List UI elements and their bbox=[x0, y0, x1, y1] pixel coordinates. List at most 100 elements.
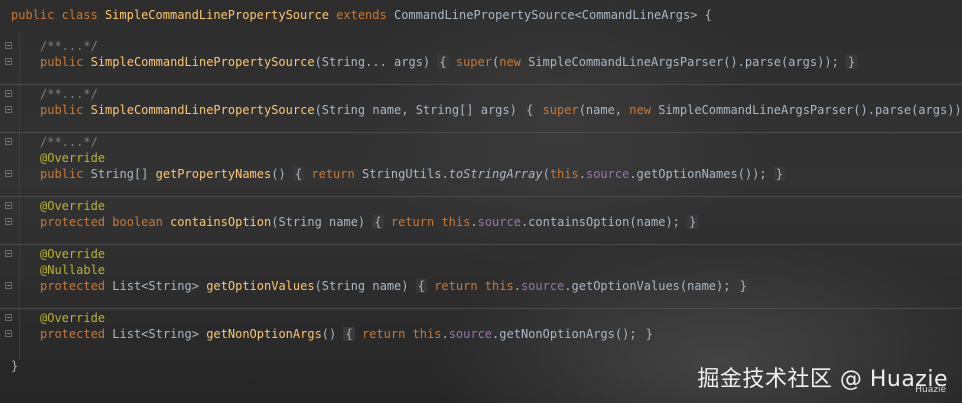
fold-toggle-icon[interactable] bbox=[5, 330, 12, 337]
method-name: SimpleCommandLinePropertySource bbox=[90, 103, 315, 117]
keyword: public bbox=[40, 103, 84, 117]
keyword: this bbox=[412, 327, 442, 341]
keyword: protected bbox=[40, 279, 106, 293]
constructor-line[interactable]: public SimpleCommandLinePropertySource(S… bbox=[40, 102, 962, 118]
return-type: List<String> bbox=[112, 279, 199, 293]
keyword: this bbox=[484, 279, 514, 293]
keyword: return bbox=[311, 167, 355, 181]
method-line-get-non-option-args[interactable]: protected List<String> getNonOptionArgs(… bbox=[40, 326, 656, 342]
brace: { bbox=[697, 8, 712, 22]
fold-brace: } bbox=[846, 55, 858, 69]
annotation-override: @Override bbox=[40, 199, 106, 213]
fold-toggle-icon[interactable] bbox=[5, 170, 12, 177]
keyword: class bbox=[61, 8, 98, 22]
fold-toggle-icon[interactable] bbox=[5, 282, 12, 289]
fold-toggle-icon[interactable] bbox=[5, 314, 12, 321]
keyword: public bbox=[40, 55, 84, 69]
fold-toggle-icon[interactable] bbox=[5, 106, 12, 113]
annotation-override: @Override bbox=[40, 247, 106, 261]
method-name: containsOption bbox=[170, 215, 272, 229]
method-separator bbox=[0, 308, 962, 309]
fold-gutter bbox=[0, 0, 18, 403]
method-name: getPropertyNames bbox=[155, 167, 272, 181]
method-separator bbox=[0, 196, 962, 197]
keyword: return bbox=[434, 279, 478, 293]
method-separator bbox=[0, 132, 962, 133]
fold-brace: { bbox=[372, 215, 384, 229]
keyword: new bbox=[629, 103, 651, 117]
params: (String name) bbox=[314, 279, 409, 293]
method-line-contains-option[interactable]: protected boolean containsOption(String … bbox=[40, 214, 699, 230]
annotation-override: @Override bbox=[40, 151, 106, 165]
field: source bbox=[585, 167, 630, 181]
return-type: String[] bbox=[90, 167, 149, 181]
params: (String name) bbox=[271, 215, 366, 229]
fold-brace: { bbox=[524, 103, 536, 117]
statement: .containsOption(name); bbox=[520, 215, 680, 229]
fold-brace: } bbox=[773, 167, 786, 181]
class-declaration-line[interactable]: public class SimpleCommandLinePropertySo… bbox=[11, 7, 712, 23]
statement: .getOptionValues(name); bbox=[564, 279, 731, 293]
keyword: this bbox=[441, 215, 471, 229]
constructor-line[interactable]: public SimpleCommandLinePropertySource(S… bbox=[40, 54, 858, 70]
class-closing-brace[interactable]: } bbox=[11, 358, 18, 374]
statement: .getOptionNames()); bbox=[629, 167, 767, 181]
field: source bbox=[520, 279, 565, 293]
statement: .getNonOptionArgs(); bbox=[492, 327, 637, 341]
statement: SimpleCommandLineArgsParser().parse(args… bbox=[658, 103, 962, 117]
params: () bbox=[321, 327, 337, 341]
fold-brace: { bbox=[415, 279, 427, 293]
folded-javadoc[interactable]: /**...*/ bbox=[40, 38, 98, 54]
static-call: toStringArray bbox=[448, 167, 543, 181]
fold-brace: } bbox=[643, 327, 656, 341]
return-type: boolean bbox=[112, 215, 163, 229]
keyword: public bbox=[11, 8, 55, 22]
keyword: protected bbox=[40, 215, 106, 229]
keyword: new bbox=[499, 55, 521, 69]
keyword: this bbox=[549, 167, 579, 181]
method-name: SimpleCommandLinePropertySource bbox=[90, 55, 315, 69]
fold-brace: } bbox=[687, 215, 699, 229]
parent-class: CommandLinePropertySource<CommandLineArg… bbox=[393, 8, 698, 22]
keyword: super bbox=[542, 103, 579, 117]
field: source bbox=[448, 327, 493, 341]
args: (name, bbox=[578, 103, 623, 117]
fold-toggle-icon[interactable] bbox=[5, 42, 12, 49]
fold-brace: { bbox=[292, 167, 305, 181]
annotation-nullable: @Nullable bbox=[40, 263, 106, 277]
keyword: super bbox=[455, 55, 492, 69]
statement: SimpleCommandLineArgsParser().parse(args… bbox=[528, 55, 839, 69]
params: (String name, String[] args) bbox=[314, 103, 517, 117]
watermark-sub: Huazie bbox=[915, 385, 946, 395]
field: source bbox=[477, 215, 521, 229]
keyword: return bbox=[361, 327, 406, 341]
paren: ( bbox=[542, 167, 550, 181]
folded-javadoc[interactable]: /**...*/ bbox=[40, 86, 98, 102]
keyword: protected bbox=[40, 327, 106, 341]
callee: StringUtils. bbox=[361, 167, 449, 181]
fold-toggle-icon[interactable] bbox=[5, 58, 12, 65]
return-type: List<String> bbox=[112, 327, 199, 341]
method-name: getNonOptionArgs bbox=[206, 327, 322, 341]
fold-brace: { bbox=[343, 327, 355, 341]
watermark: 掘金技术社区 @ Huazie bbox=[697, 367, 948, 392]
fold-toggle-icon[interactable] bbox=[5, 218, 12, 225]
params: () bbox=[271, 167, 286, 181]
fold-toggle-icon[interactable] bbox=[5, 202, 12, 209]
fold-brace: { bbox=[437, 55, 449, 69]
folded-javadoc[interactable]: /**...*/ bbox=[40, 134, 98, 150]
class-name: SimpleCommandLinePropertySource bbox=[104, 8, 329, 22]
keyword: extends bbox=[336, 8, 387, 22]
fold-toggle-icon[interactable] bbox=[5, 138, 12, 145]
keyword: public bbox=[40, 167, 84, 181]
method-separator bbox=[0, 244, 962, 245]
method-separator bbox=[0, 84, 962, 85]
annotation-override: @Override bbox=[40, 311, 106, 325]
method-name: getOptionValues bbox=[206, 279, 315, 293]
fold-toggle-icon[interactable] bbox=[5, 250, 12, 257]
method-line-get-property-names[interactable]: public String[] getPropertyNames() { ret… bbox=[40, 166, 786, 182]
method-line-get-option-values[interactable]: protected List<String> getOptionValues(S… bbox=[40, 278, 749, 294]
keyword: return bbox=[390, 215, 435, 229]
params: (String... args) bbox=[314, 55, 431, 69]
fold-toggle-icon[interactable] bbox=[5, 90, 12, 97]
